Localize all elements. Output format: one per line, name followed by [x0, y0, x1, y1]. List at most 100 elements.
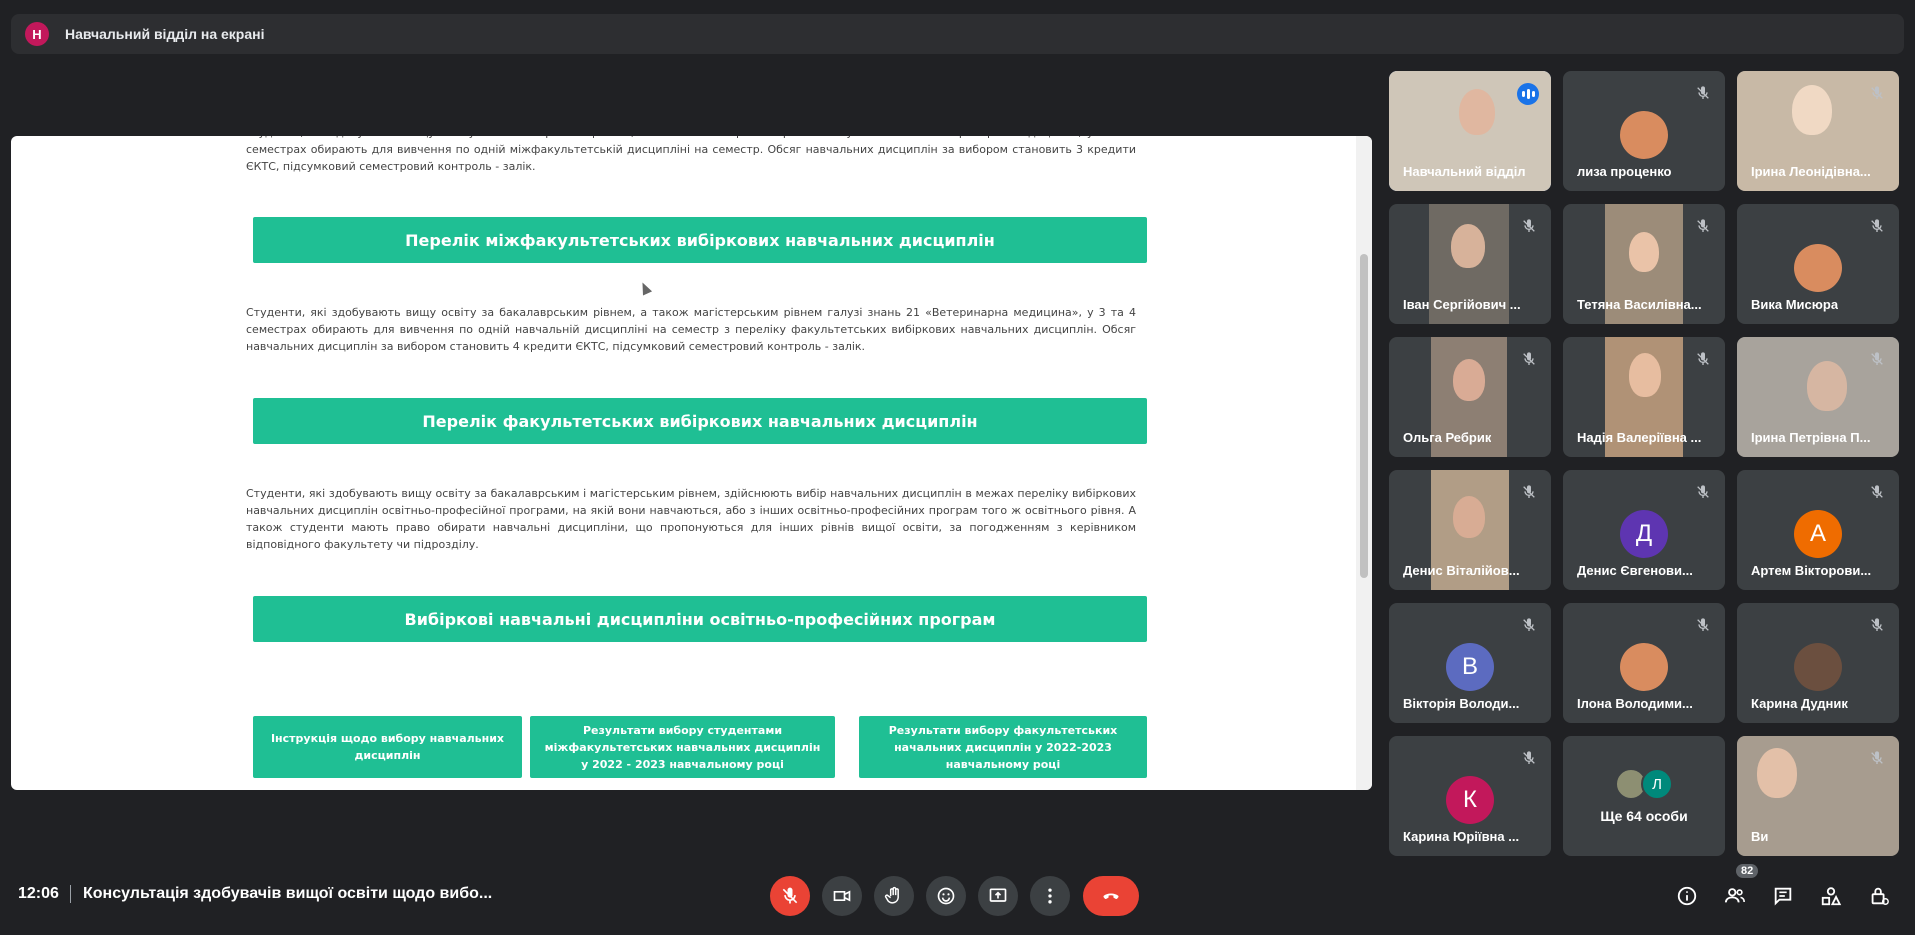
info-button[interactable] — [1674, 883, 1700, 909]
info-icon — [1677, 886, 1697, 906]
muted-indicator — [1521, 750, 1537, 766]
participant-name: Іван Сергійович ... — [1403, 297, 1521, 312]
host-controls-button[interactable] — [1866, 883, 1892, 909]
activities-icon — [1821, 887, 1842, 906]
more-options-button[interactable] — [1030, 876, 1070, 916]
participant-count-badge: 82 — [1736, 864, 1759, 878]
mic-off-icon — [1871, 352, 1883, 365]
avatar — [1794, 643, 1842, 691]
participant-tile[interactable]: Карина Дудник — [1737, 603, 1899, 723]
people-button[interactable] — [1722, 883, 1748, 909]
participant-tile[interactable]: Денис Віталійов... — [1389, 470, 1551, 590]
mic-off-icon — [1697, 219, 1709, 232]
divider — [70, 885, 71, 903]
avatar: Л — [1641, 768, 1673, 800]
mic-off-icon — [782, 887, 798, 904]
participant-name: Карина Юріївна ... — [1403, 829, 1520, 844]
participant-face — [1629, 232, 1659, 272]
participant-name: Карина Дудник — [1751, 696, 1848, 711]
muted-indicator — [1521, 484, 1537, 500]
participant-tile[interactable]: Ірина Петрівна П... — [1737, 337, 1899, 457]
muted-indicator — [1695, 85, 1711, 101]
mic-off-icon — [1697, 352, 1709, 365]
paragraph-programs: Студенти, які здобувають вищу освіту за … — [246, 487, 1136, 551]
mic-off-icon — [1523, 485, 1535, 498]
activities-button[interactable] — [1818, 883, 1844, 909]
muted-indicator — [1521, 218, 1537, 234]
avatar: В — [1446, 643, 1494, 691]
present-screen-icon — [989, 888, 1007, 902]
participant-tile[interactable]: Навчальний відділ — [1389, 71, 1551, 191]
muted-indicator — [1521, 351, 1537, 367]
muted-indicator — [1695, 351, 1711, 367]
scrollbar-thumb[interactable] — [1360, 254, 1368, 578]
participant-tile[interactable]: Вика Мисюра — [1737, 204, 1899, 324]
mic-off-icon — [1523, 219, 1535, 232]
shared-screen: студенти, які здобувають вищу освіту за … — [11, 136, 1372, 790]
clock: 12:06 — [18, 885, 59, 902]
participant-name: Ви — [1751, 829, 1769, 844]
interfaculty-list-button[interactable]: Перелік міжфакультетських вибіркових нав… — [253, 217, 1147, 263]
emoji-button[interactable] — [926, 876, 966, 916]
participant-face — [1792, 85, 1832, 135]
participant-tile[interactable]: Іван Сергійович ... — [1389, 204, 1551, 324]
participant-tile[interactable]: Ірина Леонідівна... — [1737, 71, 1899, 191]
participant-name: Ірина Леонідівна... — [1751, 164, 1871, 179]
participant-tile[interactable]: А Артем Вікторови... — [1737, 470, 1899, 590]
participant-face — [1453, 496, 1485, 538]
mic-toggle-button[interactable] — [770, 876, 810, 916]
mic-off-icon — [1871, 751, 1883, 764]
avatar: Д — [1620, 510, 1668, 558]
participant-tile[interactable]: лиза проценко — [1563, 71, 1725, 191]
presenter-avatar: Н — [25, 22, 49, 46]
mic-off-icon — [1523, 618, 1535, 631]
muted-indicator — [1695, 218, 1711, 234]
muted-indicator — [1521, 617, 1537, 633]
speaking-indicator-icon — [1517, 83, 1539, 105]
participant-face — [1629, 353, 1661, 397]
participant-tile[interactable]: Ви — [1737, 736, 1899, 856]
results-interfaculty-button[interactable]: Результати вибору студентами міжфакульте… — [530, 716, 835, 778]
more-participants-label: Ще 64 особи — [1600, 808, 1688, 824]
meeting-title: Консультація здобувачів вищої освіти щод… — [83, 885, 493, 902]
avatar: А — [1794, 510, 1842, 558]
mouse-cursor-icon — [637, 280, 653, 296]
program-electives-button[interactable]: Вибіркові навчальні дисципліни освітньо-… — [253, 596, 1147, 642]
participant-tile[interactable]: Л Ще 64 особи — [1563, 736, 1725, 856]
participant-name: Надія Валеріївна ... — [1577, 430, 1702, 445]
mic-off-icon — [1871, 219, 1883, 232]
participant-tile[interactable]: Д Денис Євгенови... — [1563, 470, 1725, 590]
avatar — [1620, 643, 1668, 691]
participant-name: лиза проценко — [1577, 164, 1672, 179]
mic-off-icon — [1697, 618, 1709, 631]
emoji-icon — [937, 887, 955, 905]
participant-name: Вікторія Володи... — [1403, 696, 1520, 711]
muted-indicator — [1869, 484, 1885, 500]
participant-tile[interactable]: К Карина Юріївна ... — [1389, 736, 1551, 856]
instruction-button[interactable]: Інструкція щодо вибору навчальних дисцип… — [253, 716, 522, 778]
raise-hand-icon — [884, 886, 899, 904]
avatar — [1620, 111, 1668, 159]
participant-tile[interactable]: Ольга Ребрик — [1389, 337, 1551, 457]
muted-indicator — [1695, 617, 1711, 633]
participant-tile[interactable]: В Вікторія Володи... — [1389, 603, 1551, 723]
participant-name: Денис Євгенови... — [1577, 563, 1693, 578]
participant-tile[interactable]: Тетяна Василівна... — [1563, 204, 1725, 324]
results-faculty-button[interactable]: Результати вибору факультетських начальн… — [859, 716, 1147, 778]
present-button[interactable] — [978, 876, 1018, 916]
participant-tile[interactable]: Надія Валеріївна ... — [1563, 337, 1725, 457]
participant-name: Ольга Ребрик — [1403, 430, 1492, 445]
participant-name: Навчальний відділ — [1403, 164, 1526, 179]
camera-toggle-button[interactable] — [822, 876, 862, 916]
participant-name: Тетяна Василівна... — [1577, 297, 1702, 312]
hangup-button[interactable] — [1083, 876, 1139, 916]
more-options-icon — [1048, 888, 1052, 904]
chat-button[interactable] — [1770, 883, 1796, 909]
participant-tile[interactable]: Ілона Володими... — [1563, 603, 1725, 723]
participant-face — [1757, 748, 1797, 798]
faculty-list-button[interactable]: Перелік факультетських вибіркових навчал… — [253, 398, 1147, 444]
mic-off-icon — [1523, 352, 1535, 365]
participant-name: Ілона Володими... — [1577, 696, 1693, 711]
raise-hand-button[interactable] — [874, 876, 914, 916]
participant-name: Ірина Петрівна П... — [1751, 430, 1871, 445]
